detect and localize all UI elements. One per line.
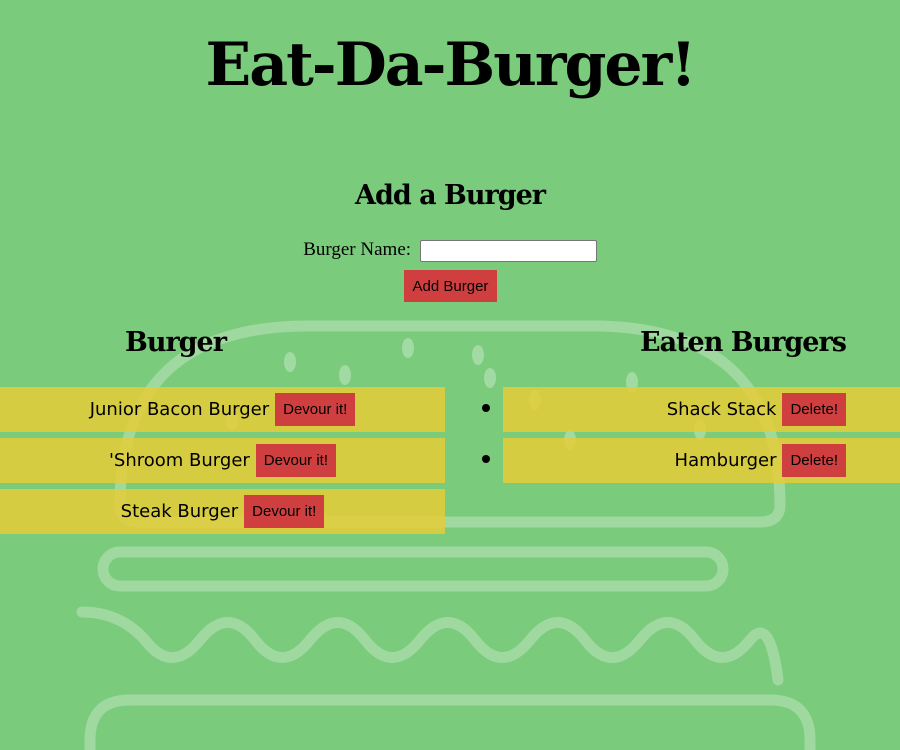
eaten-burgers-column-heading: Eaten Burgers	[640, 327, 847, 358]
burger-name-label: Burger Name:	[303, 239, 412, 260]
page-title: Eat-Da-Burger!	[205, 30, 696, 100]
burger-name: Junior Bacon Burger	[89, 399, 270, 420]
burger-name: Steak Burger	[120, 501, 239, 522]
add-burger-heading: Add a Burger	[355, 180, 546, 211]
burger-name: 'Shroom Burger	[108, 450, 250, 471]
burgers-column-heading: Burger	[125, 327, 227, 358]
eaten-burger-list-item: Shack Stack Delete!	[503, 387, 900, 432]
add-burger-button[interactable]: Add Burger	[404, 270, 497, 302]
add-burger-form: Burger Name:	[0, 239, 900, 262]
delete-button[interactable]: Delete!	[782, 444, 846, 477]
delete-button[interactable]: Delete!	[782, 393, 846, 426]
burger-name-input[interactable]	[419, 239, 597, 262]
eaten-burger-name: Shack Stack	[666, 399, 777, 420]
burger-list-item: Junior Bacon Burger Devour it!	[0, 387, 445, 432]
devour-button[interactable]: Devour it!	[244, 495, 325, 528]
devour-button[interactable]: Devour it!	[255, 444, 336, 477]
devour-button[interactable]: Devour it!	[275, 393, 356, 426]
burger-list-item: Steak Burger Devour it!	[0, 489, 445, 534]
eaten-burger-list-item: Hamburger Delete!	[503, 438, 900, 483]
burger-list-item: 'Shroom Burger Devour it!	[0, 438, 445, 483]
list-bullet	[482, 404, 490, 412]
eaten-burger-name: Hamburger	[674, 450, 777, 471]
list-bullet	[482, 455, 490, 463]
burger-background-illustration	[76, 320, 816, 750]
